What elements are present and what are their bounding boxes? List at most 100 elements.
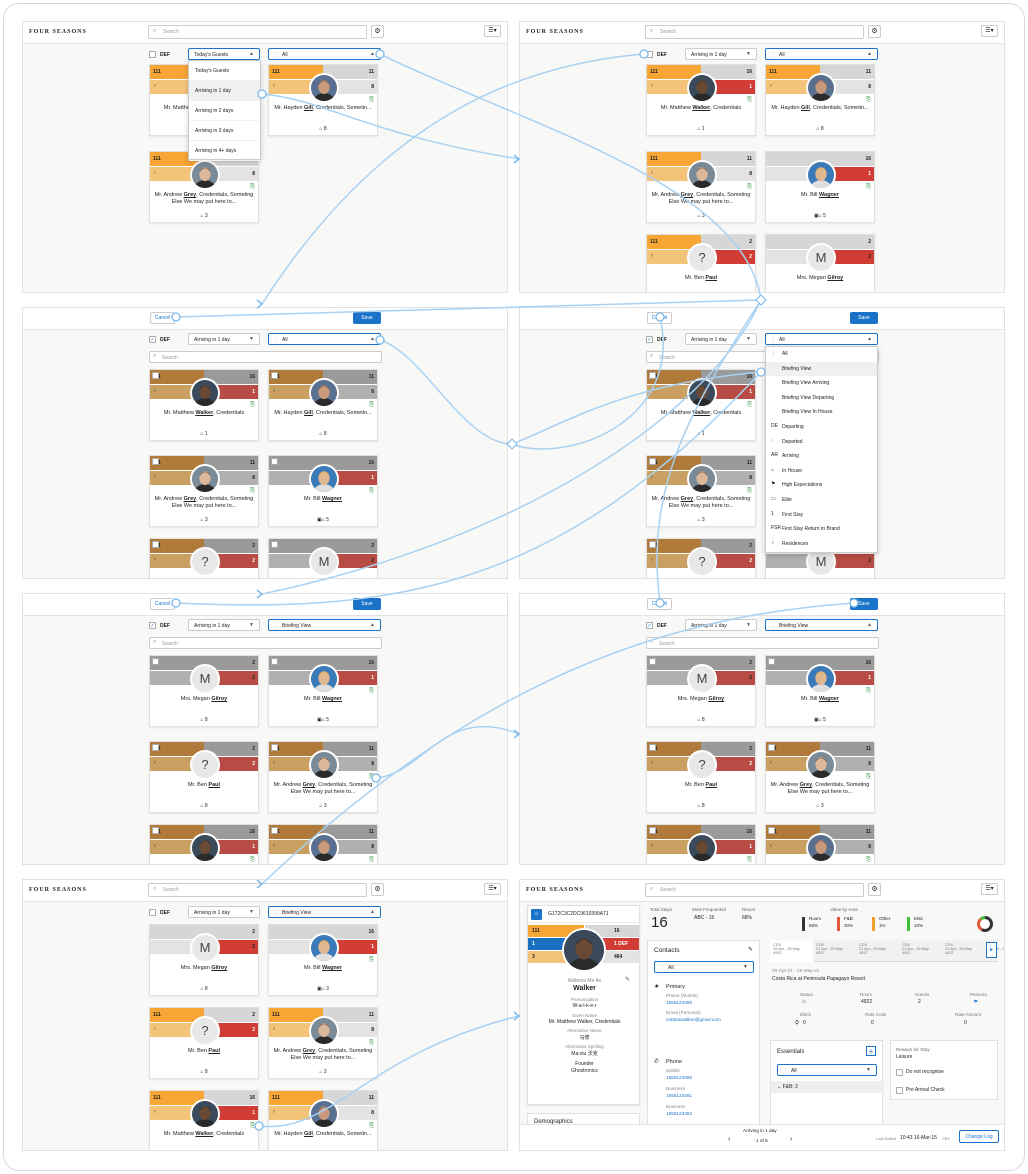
global-search[interactable]: ⌕ Search	[645, 25, 864, 39]
select-checkbox[interactable]	[649, 541, 656, 548]
guest-card[interactable]: 111118♀⎘Mr. Andrew Grey, Credentials, So…	[646, 151, 756, 223]
view-filter[interactable]: ⋮ All ▲	[268, 48, 381, 60]
guest-card[interactable]: 11122♀?Mr. Ben Paul⌂ 8	[149, 538, 259, 578]
arrival-option[interactable]: Today's Guests	[189, 61, 260, 81]
guest-card[interactable]: 11122♀?Mr. Ben Paul⌂ 8	[646, 741, 756, 813]
save-button[interactable]: Save	[850, 312, 878, 324]
guest-card[interactable]: 111118♀⎘Mr. Andrew Grey, Credentials, So…	[765, 741, 875, 813]
fb-section[interactable]: ⌄ F&B: 2	[771, 1081, 884, 1093]
stay-tab[interactable]: CDS 20 Apr - 25 May 4922	[770, 940, 813, 962]
guest-card[interactable]: 16 1 ⎘ Mr. Bill Wagner ▣⌂ 3	[268, 924, 378, 996]
def-checkbox[interactable]: ✓	[149, 336, 156, 343]
select-checkbox[interactable]	[649, 658, 656, 665]
guest-card[interactable]: 111118♀⎘Mr. Hayden Gill, Credentials, So…	[765, 64, 875, 136]
select-checkbox[interactable]	[152, 541, 159, 548]
menu-button[interactable]: ☰▾	[981, 25, 998, 37]
arrival-filter[interactable]: Arriving in 1 day ▼	[685, 333, 757, 345]
view-option[interactable]: Briefing View In House	[766, 405, 877, 420]
view-filter[interactable]: ⋮ All ▲	[765, 48, 878, 60]
guest-card[interactable]: 111161♀⎘Mr. Matthew Walker, Credentials⌂…	[646, 824, 756, 864]
guest-card[interactable]: 111118♀⎘Mr. Andrew Grey, Credentials, So…	[646, 455, 756, 527]
select-checkbox[interactable]	[271, 744, 278, 751]
guest-card[interactable]: 16 1 ⎘ Mr. Bill Wagner ▣⌂ 5	[268, 655, 378, 727]
settings-button[interactable]: ⚙	[868, 25, 881, 38]
view-option[interactable]: Briefing View Departing	[766, 391, 877, 406]
global-search[interactable]: ⌕ Search	[645, 883, 864, 897]
contact-email[interactable]: mattewwalker@gmail.com	[666, 1017, 721, 1022]
select-checkbox[interactable]	[649, 372, 656, 379]
menu-button[interactable]: ☰▾	[484, 25, 501, 37]
cancel-button[interactable]: Cancel	[150, 312, 175, 324]
stay-tab[interactable]: CDS 21 Apr - 25 May 4922	[899, 940, 942, 962]
menu-button[interactable]: ☰▾	[981, 883, 998, 895]
next-page-button[interactable]: ›	[790, 1136, 792, 1143]
guest-card[interactable]: 11122♀?Mr. Ben Paul⌂ 8	[149, 1007, 259, 1079]
settings-button[interactable]: ⚙	[371, 883, 384, 896]
select-checkbox[interactable]	[649, 744, 656, 751]
panel-search[interactable]: ⌕ Search	[646, 637, 879, 649]
view-option[interactable]: 1 First Stay	[766, 508, 877, 523]
view-option[interactable]: ⋮ All	[766, 347, 877, 362]
edit-icon[interactable]: ✎	[748, 946, 753, 953]
guest-card[interactable]: 11122♀?Mr. Ben Paul⌂ 8	[149, 741, 259, 813]
cancel-button[interactable]: Cancel	[647, 598, 672, 610]
guest-card[interactable]: 111118♀⎘Mr. Hayden Gill, Credentials, So…	[765, 824, 875, 864]
view-option[interactable]: ⚑ High Expectations	[766, 478, 877, 493]
def-checkbox[interactable]	[149, 909, 156, 916]
select-checkbox[interactable]	[271, 658, 278, 665]
select-checkbox[interactable]	[271, 372, 278, 379]
arrival-option[interactable]: Arriving in 2 days	[189, 101, 260, 121]
pre-arrival-check-checkbox[interactable]	[896, 1087, 903, 1094]
view-filter[interactable]: ⋮ Briefing View ▲	[765, 619, 878, 631]
guest-card[interactable]: 111161♀⎘Mr. Matthew Walker, Credentials⌂…	[149, 1090, 259, 1150]
guest-card[interactable]: 22MMrs. Megan Gilroy⌂ 8	[268, 538, 378, 578]
save-button[interactable]: Save	[353, 598, 381, 610]
def-checkbox[interactable]: ✓	[149, 622, 156, 629]
guest-card[interactable]: 111118♀⎘Mr. Hayden Gill, Credentials, So…	[268, 369, 378, 441]
guest-card[interactable]: 22MMrs. Megan Gilroy⌂ 8	[646, 655, 756, 727]
save-button[interactable]: Save	[850, 598, 878, 610]
guest-card[interactable]: 111161♀⎘Mr. Matthew Walker, Credentials⌂…	[149, 369, 259, 441]
arrival-filter[interactable]: Arriving in 1 day ▼	[685, 619, 757, 631]
guest-card[interactable]: 111161♀⎘Mr. Matthew Walker, Credentials⌂…	[646, 369, 756, 441]
select-checkbox[interactable]	[271, 458, 278, 465]
view-option[interactable]: ♀ Residences	[766, 537, 877, 552]
select-checkbox[interactable]	[271, 541, 278, 548]
guest-card[interactable]: 11122♀?Mr. Ben Paul⌂ 8	[646, 234, 756, 292]
select-checkbox[interactable]	[649, 458, 656, 465]
essentials-filter[interactable]: ⋮ All ▼	[777, 1064, 877, 1076]
def-checkbox[interactable]: ✓	[646, 336, 653, 343]
view-option[interactable]: AR Arriving	[766, 449, 877, 464]
view-option[interactable]: Briefing View	[766, 361, 877, 377]
select-checkbox[interactable]	[152, 658, 159, 665]
view-option[interactable]: ⌂ In House	[766, 464, 877, 479]
arrival-option[interactable]: Arriving in 4+ days	[189, 141, 260, 161]
contact-business2[interactable]: 1555123482	[666, 1111, 692, 1116]
guest-card[interactable]: 16 1 ⎘ Mr. Bill Wagner ▣⌂ 5	[268, 455, 378, 527]
global-search[interactable]: ⌕ Search	[148, 25, 367, 39]
stay-tab[interactable]: CDS 21 Apr - 25 May 4922	[813, 940, 856, 962]
guest-card[interactable]: 11122♀?Mr. Ben Paul⌂ 8	[646, 538, 756, 578]
stay-tab[interactable]: CDS 21 Apr - 25 May 4922	[942, 940, 985, 962]
arrival-filter[interactable]: Arriving in 1 day ▼	[685, 48, 757, 60]
guest-card[interactable]: 111118♀⎘Mr. Andrew Grey, Credentials, So…	[149, 455, 259, 527]
select-checkbox[interactable]	[649, 827, 656, 834]
global-search[interactable]: ⌕ Search	[148, 883, 367, 897]
def-checkbox[interactable]	[149, 51, 156, 58]
guest-card[interactable]: 111118♀⎘Mr. Hayden Gill, Credentials, So…	[268, 64, 378, 136]
guest-card[interactable]: 22MMrs. Megan Gilroy⌂ 8	[149, 655, 259, 727]
guest-card[interactable]: 111118♀⎘Mr. Andrew Grey, Credentials, So…	[268, 741, 378, 813]
def-checkbox[interactable]	[646, 51, 653, 58]
view-option[interactable]: Briefing View Arriving	[766, 376, 877, 391]
guest-card[interactable]: 111118♀⎘Mr. Hayden Gill, Credentials, So…	[268, 1090, 378, 1150]
arrival-filter[interactable]: Today's Guests ▲	[188, 48, 260, 60]
guest-card[interactable]: 111118♀⎘Mr. Andrew Grey, Credentials, So…	[149, 151, 259, 223]
select-checkbox[interactable]	[271, 827, 278, 834]
menu-button[interactable]: ☰▾	[484, 883, 501, 895]
guest-card[interactable]: 16 1 ⎘ Mr. Bill Wagner ▣⌂ 5	[765, 655, 875, 727]
def-checkbox[interactable]: ✓	[646, 622, 653, 629]
view-filter[interactable]: ⋮ Briefing View ▲	[268, 619, 381, 631]
guest-card[interactable]: 111161♀⎘Mr. Matthew Walker, Credentials⌂…	[149, 824, 259, 864]
guest-card[interactable]: 22MMrs. Megan Gilroy⌂ 8	[149, 924, 259, 996]
save-button[interactable]: Save	[353, 312, 381, 324]
